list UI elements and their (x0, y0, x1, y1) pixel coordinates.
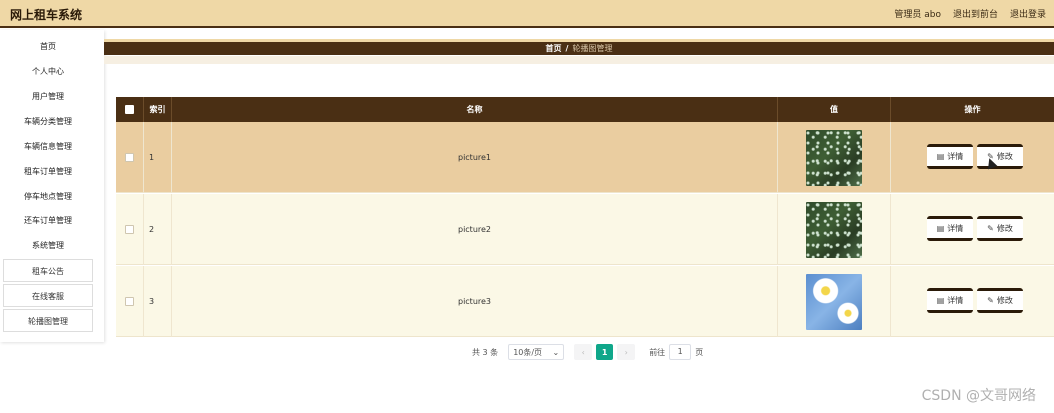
pagination: 共 3 条 10条/页 ⌄ ‹ 1 › 前往 1 页 (472, 344, 703, 360)
chevron-right-icon: › (624, 347, 628, 357)
sidebar: 首页 个人中心 用户管理 车辆分类管理 车辆信息管理 租车订单管理 停车地点管理… (0, 30, 104, 342)
page-size-select[interactable]: 10条/页 ⌄ (508, 344, 565, 360)
goto-page: 前往 1 页 (649, 344, 703, 360)
edit-icon: ✎ (987, 296, 994, 305)
watermark: CSDN @文哥网络 (921, 388, 1036, 404)
row-index: 2 (144, 194, 172, 265)
row-image-cell (778, 266, 891, 337)
breadcrumb: 首页 / 轮播图管理 (104, 43, 1054, 54)
row-name: picture2 (172, 194, 778, 265)
goto-unit: 页 (695, 347, 704, 357)
row-checkbox[interactable] (125, 153, 134, 162)
sidebar-subitem-online-service[interactable]: 在线客服 (3, 284, 93, 307)
exit-front-link[interactable]: 退出到前台 (953, 7, 998, 20)
carousel-thumbnail (806, 201, 862, 258)
app-title: 网上租车系统 (10, 8, 83, 22)
edit-button[interactable]: ✎ 修改 (977, 144, 1023, 169)
sidebar-item-home[interactable]: 首页 (0, 36, 96, 58)
row-image-cell (778, 194, 891, 265)
breadcrumb-home[interactable]: 首页 (546, 44, 562, 53)
edit-button-label: 修改 (996, 296, 1013, 305)
row-checkbox-cell (116, 122, 144, 193)
next-page-button[interactable]: › (617, 344, 636, 360)
carousel-thumbnail (806, 273, 862, 330)
pagination-total: 共 3 条 (472, 347, 499, 357)
top-header: 网上租车系统 管理员 abo 退出到前台 退出登录 (0, 0, 1054, 28)
sidebar-item-parking-locations[interactable]: 停车地点管理 (0, 186, 96, 208)
header-checkbox-cell (116, 97, 144, 122)
detail-button-label: 详情 (947, 152, 964, 161)
sidebar-subitem-carousel-management[interactable]: 轮播图管理 (3, 309, 93, 332)
prev-page-button[interactable]: ‹ (574, 344, 593, 360)
header-index: 索引 (144, 97, 172, 122)
row-actions: ▤ 详情 ✎ 修改 (891, 266, 1054, 337)
document-icon: ▤ (936, 224, 945, 233)
sidebar-item-rental-orders[interactable]: 租车订单管理 (0, 161, 96, 183)
sidebar-item-user-management[interactable]: 用户管理 (0, 86, 96, 108)
header-actions: 操作 (964, 105, 981, 114)
edit-button-label: 修改 (996, 224, 1013, 233)
sub-header-bar (104, 56, 1054, 64)
header-value: 值 (778, 97, 891, 122)
sidebar-item-system-management[interactable]: 系统管理 (0, 235, 96, 257)
detail-button[interactable]: ▤ 详情 (927, 144, 973, 169)
page-size-value: 10条/页 (513, 347, 543, 357)
detail-button[interactable]: ▤ 详情 (927, 216, 973, 241)
detail-button-label: 详情 (947, 224, 964, 233)
breadcrumb-current: 轮播图管理 (572, 44, 613, 53)
sidebar-subitem-rental-notice[interactable]: 租车公告 (3, 259, 93, 282)
carousel-thumbnail (806, 129, 862, 186)
row-checkbox[interactable] (125, 225, 134, 234)
row-actions: ▤ 详情 ✎ 修改 (891, 194, 1054, 265)
sidebar-item-return-orders[interactable]: 还车订单管理 (0, 210, 96, 232)
logout-link[interactable]: 退出登录 (1010, 7, 1046, 20)
chevron-down-icon: ⌄ (552, 347, 560, 357)
sidebar-item-vehicle-category[interactable]: 车辆分类管理 (0, 111, 96, 133)
header-actions: 管理员 abo 退出到前台 退出登录 (894, 7, 1046, 20)
goto-page-input[interactable]: 1 (669, 344, 692, 360)
header-name: 名称 (172, 97, 778, 122)
chevron-left-icon: ‹ (581, 347, 585, 357)
edit-button[interactable]: ✎ 修改 (977, 216, 1023, 241)
page-number-button[interactable]: 1 (596, 344, 614, 360)
edit-icon: ✎ (987, 224, 994, 233)
select-all-checkbox[interactable] (125, 105, 134, 114)
sidebar-item-personal-center[interactable]: 个人中心 (0, 61, 96, 83)
row-name: picture3 (172, 266, 778, 337)
row-image-cell (778, 122, 891, 193)
detail-button[interactable]: ▤ 详情 (927, 288, 973, 313)
sidebar-item-vehicle-info[interactable]: 车辆信息管理 (0, 136, 96, 158)
table-row: 3 picture3 ▤ 详情 ✎ 修改 (116, 266, 1054, 337)
row-index: 1 (144, 122, 172, 193)
detail-button-label: 详情 (947, 296, 964, 305)
document-icon: ▤ (936, 296, 945, 305)
edit-button-label: 修改 (996, 152, 1013, 161)
table-row: 2 picture2 ▤ 详情 ✎ 修改 (116, 194, 1054, 265)
document-icon: ▤ (936, 152, 945, 161)
row-checkbox-cell (116, 266, 144, 337)
goto-label: 前往 (649, 347, 666, 357)
breadcrumb-bar: 首页 / 轮播图管理 (104, 39, 1054, 55)
admin-label: 管理员 abo (894, 10, 941, 20)
edit-button[interactable]: ✎ 修改 (977, 288, 1023, 313)
row-checkbox-cell (116, 194, 144, 265)
row-actions: ▤ 详情 ✎ 修改 (891, 122, 1054, 193)
row-name: picture1 (172, 122, 778, 193)
breadcrumb-separator: / (565, 44, 569, 53)
row-index: 3 (144, 266, 172, 337)
table-header: 索引 名称 值 操作 (116, 97, 1054, 122)
row-checkbox[interactable] (125, 297, 134, 306)
table-row: 1 picture1 ▤ 详情 ✎ 修改 (116, 122, 1054, 193)
